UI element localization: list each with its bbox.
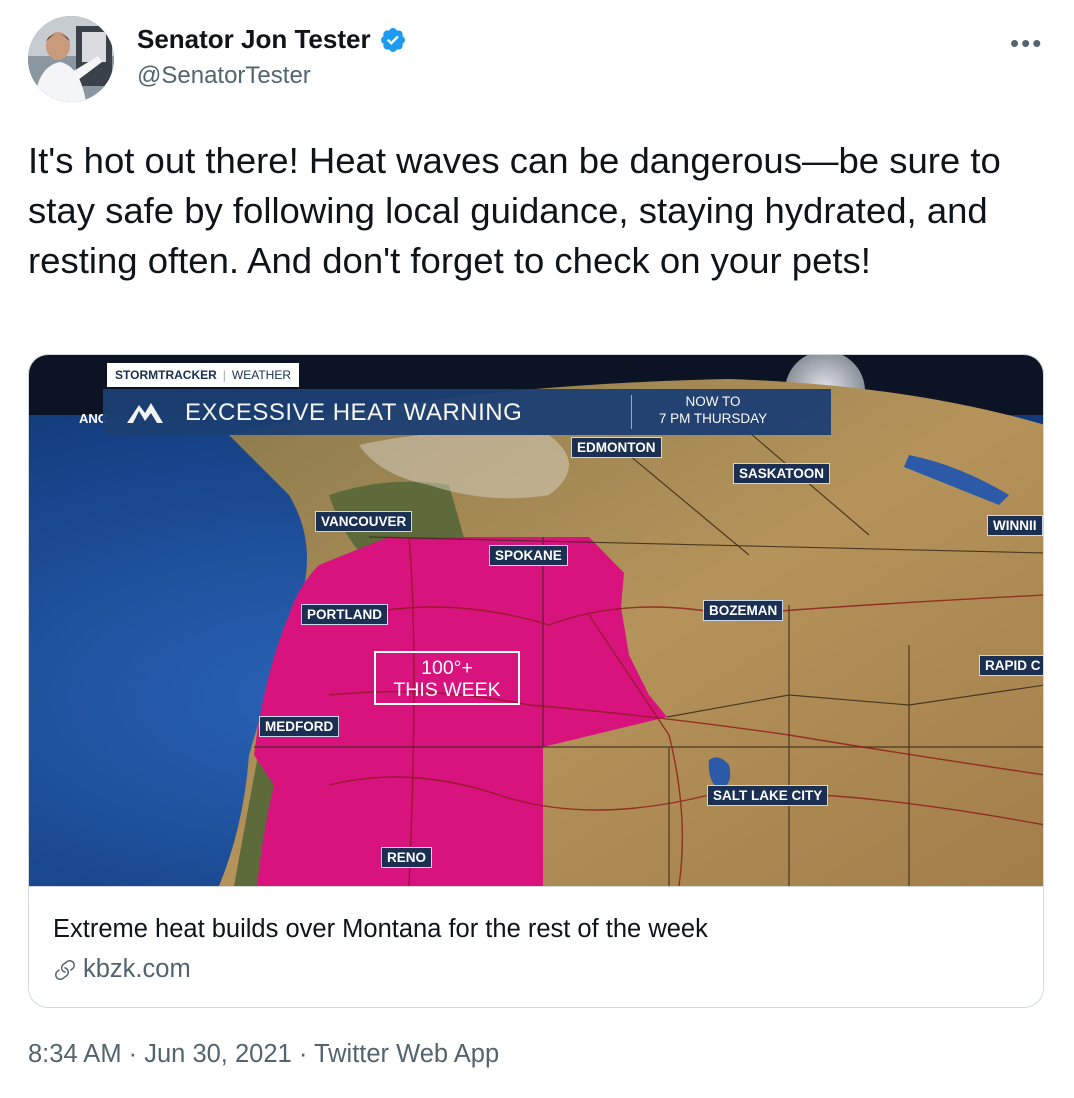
- mountain-logo-icon: [127, 403, 163, 423]
- city-label-winnipeg: WINNII: [987, 515, 1043, 536]
- banner-time: NOW TO 7 PM THURSDAY: [623, 393, 803, 427]
- card-domain[interactable]: kbzk.com: [83, 955, 191, 984]
- stormtracker-brand: STORMTRACKER | WEATHER: [107, 363, 300, 387]
- author-name[interactable]: Senator Jon Tester: [137, 24, 371, 55]
- heat-callout-period: THIS WEEK: [393, 679, 501, 701]
- tweet-source[interactable]: Twitter Web App: [314, 1040, 499, 1068]
- heat-warning-banner: EXCESSIVE HEAT WARNING NOW TO 7 PM THURS…: [103, 389, 831, 435]
- card-domain-row[interactable]: kbzk.com: [53, 955, 191, 984]
- tweet-meta: 8:34 AM · Jun 30, 2021 · Twitter Web App: [28, 1040, 499, 1069]
- author-name-row: Senator Jon Tester: [137, 24, 407, 55]
- tweet-text: It's hot out there! Heat waves can be da…: [28, 140, 1001, 281]
- city-label-bozeman: BOZEMAN: [703, 600, 784, 621]
- meta-separator: ·: [128, 1040, 138, 1068]
- city-label-salt-lake-city: SALT LAKE CITY: [707, 785, 829, 806]
- brand-name: STORMTRACKER: [115, 368, 217, 382]
- tweet-date[interactable]: Jun 30, 2021: [144, 1040, 291, 1068]
- city-label-vancouver: VANCOUVER: [315, 511, 413, 532]
- tweet-time[interactable]: 8:34 AM: [28, 1040, 122, 1068]
- banner-time-line1: NOW TO: [685, 394, 741, 409]
- meta-separator-2: ·: [298, 1040, 308, 1068]
- city-label-edmonton: EDMONTON: [571, 437, 662, 458]
- card-footer[interactable]: Extreme heat builds over Montana for the…: [29, 886, 1043, 1007]
- author-avatar[interactable]: [28, 16, 114, 102]
- brand-separator: |: [222, 368, 226, 382]
- brand-sub: WEATHER: [231, 368, 292, 382]
- heat-callout-box: 100°+ THIS WEEK: [374, 651, 520, 705]
- verified-badge-icon: [379, 26, 407, 54]
- city-label-saskatoon: SASKATOON: [733, 463, 831, 484]
- city-label-medford: MEDFORD: [259, 716, 340, 737]
- city-label-portland: PORTLAND: [301, 604, 388, 625]
- link-card[interactable]: STORMTRACKER | WEATHER ANC EXCESSIVE HEA…: [28, 354, 1044, 1008]
- heat-callout-temp: 100°+: [421, 657, 473, 679]
- author-handle[interactable]: @SenatorTester: [137, 62, 311, 90]
- card-image-heat-map[interactable]: STORMTRACKER | WEATHER ANC EXCESSIVE HEA…: [29, 355, 1043, 886]
- link-icon: [55, 959, 75, 980]
- city-label-reno: RENO: [381, 847, 433, 868]
- city-label-spokane: SPOKANE: [489, 545, 568, 566]
- more-horizontal-icon[interactable]: •••: [1010, 28, 1043, 59]
- city-label-rapid-city: RAPID C: [979, 655, 1043, 676]
- banner-time-line2: 7 PM THURSDAY: [658, 411, 768, 426]
- card-title[interactable]: Extreme heat builds over Montana for the…: [53, 915, 708, 944]
- banner-headline: EXCESSIVE HEAT WARNING: [185, 399, 523, 426]
